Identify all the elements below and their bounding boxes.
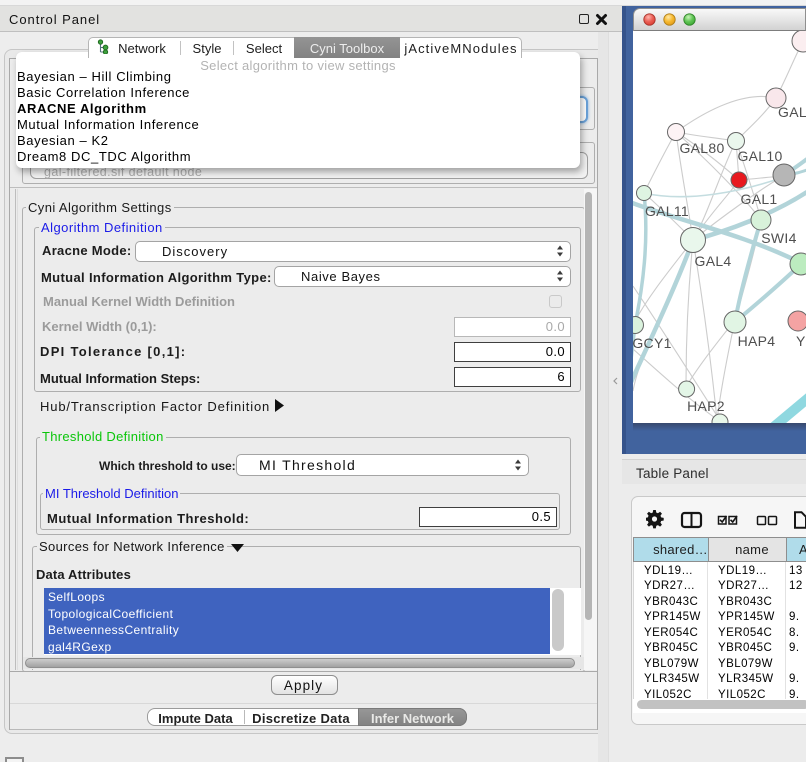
- svg-text:GCY1: GCY1: [633, 335, 672, 351]
- svg-text:GAL4: GAL4: [695, 253, 732, 269]
- svg-text:HAP2: HAP2: [687, 398, 725, 414]
- svg-text:GAL11: GAL11: [645, 203, 689, 219]
- svg-text:GAL7: GAL7: [778, 104, 806, 120]
- svg-text:GAL1: GAL1: [741, 191, 778, 207]
- svg-text:GAL80: GAL80: [679, 140, 724, 156]
- svg-text:GAL10: GAL10: [737, 148, 782, 164]
- svg-text:YM: YM: [796, 333, 806, 349]
- svg-text:SWI4: SWI4: [761, 230, 796, 246]
- svg-text:HAP4: HAP4: [738, 333, 776, 349]
